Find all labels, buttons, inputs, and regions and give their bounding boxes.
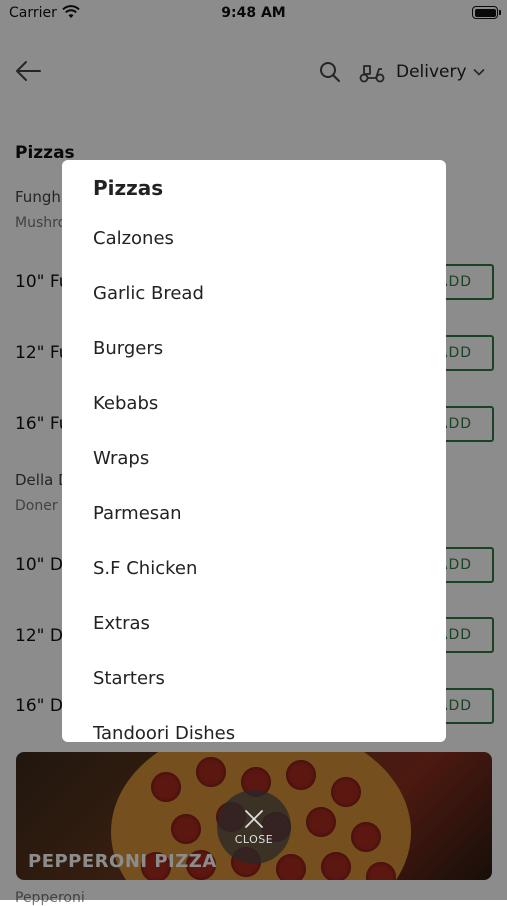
category-item[interactable]: Starters [62, 651, 446, 706]
category-item[interactable]: Kebabs [62, 376, 446, 431]
category-item[interactable]: Garlic Bread [62, 266, 446, 321]
close-button[interactable]: CLOSE [217, 790, 291, 864]
category-item[interactable]: S.F Chicken [62, 541, 446, 596]
category-item[interactable]: Wraps [62, 431, 446, 486]
close-icon [245, 809, 263, 828]
category-picker-popup: Pizzas Calzones Garlic Bread Burgers Keb… [62, 160, 446, 742]
category-item[interactable]: Burgers [62, 321, 446, 376]
category-item[interactable]: Tandoori Dishes [62, 706, 446, 742]
close-label: CLOSE [234, 832, 274, 846]
category-list: Calzones Garlic Bread Burgers Kebabs Wra… [62, 211, 446, 742]
popup-title-current-category[interactable]: Pizzas [93, 176, 163, 200]
category-item[interactable]: Calzones [62, 211, 446, 266]
category-item[interactable]: Extras [62, 596, 446, 651]
category-item[interactable]: Parmesan [62, 486, 446, 541]
